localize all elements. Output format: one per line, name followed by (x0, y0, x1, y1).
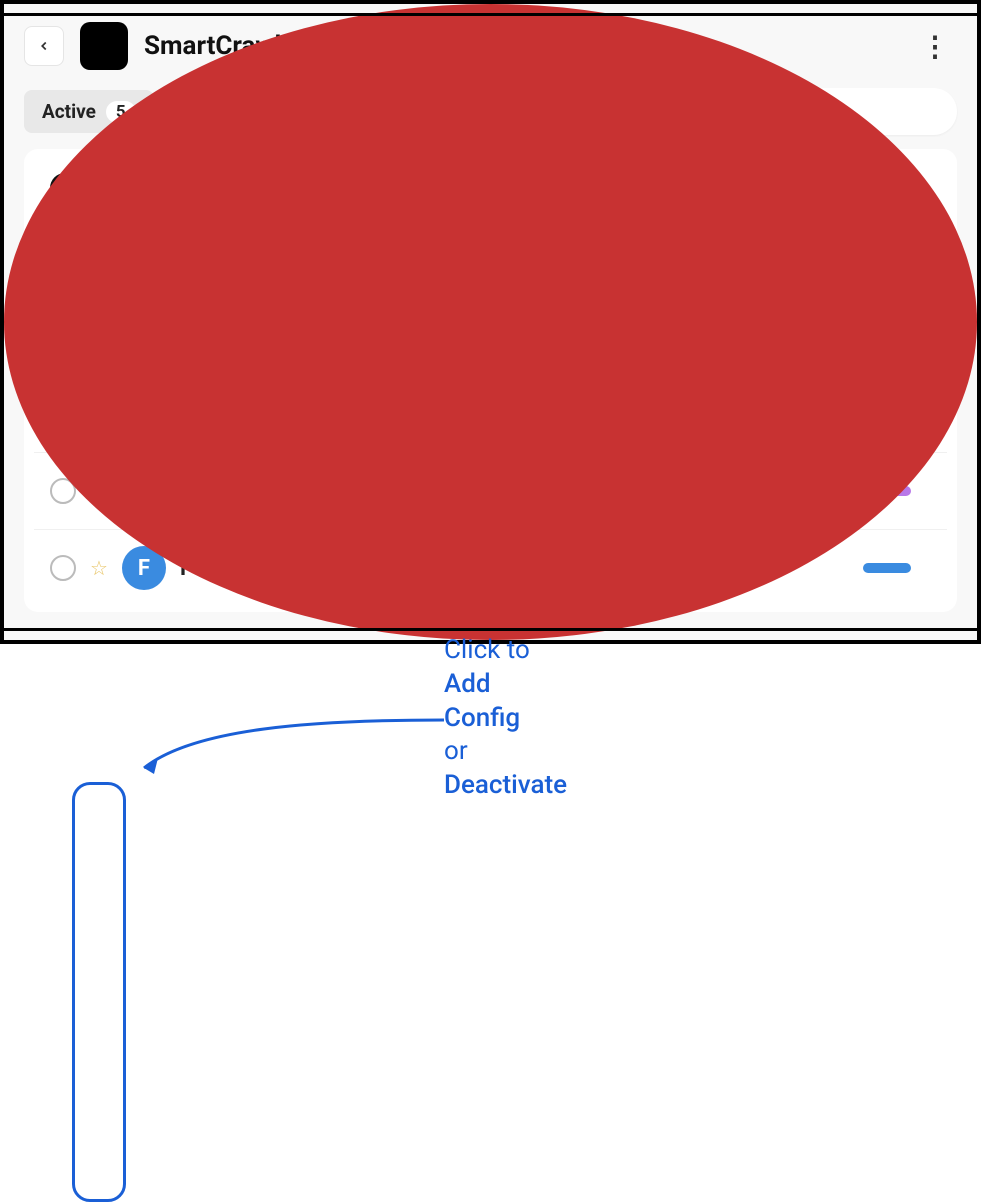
more-menu-button[interactable]: ⋮ (913, 30, 957, 63)
chevron-left-icon (37, 39, 51, 53)
app-logo-icon (4, 4, 977, 640)
annotation-line3b: Deactivate (444, 770, 567, 800)
annotation-highlight-box (72, 782, 126, 1202)
annotation-line2: Add Config (444, 668, 567, 736)
star-icon[interactable]: ☆ (90, 556, 108, 580)
annotation-text: Click to Add Config or Deactivate (444, 634, 567, 803)
header: SmartCrawl Pro ⋮ (24, 22, 957, 70)
back-button[interactable] (24, 26, 64, 66)
row-checkbox[interactable] (50, 555, 76, 581)
tab-active-label: Active (42, 100, 96, 123)
app-icon (80, 22, 128, 70)
annotation-line3a: or (444, 736, 468, 766)
annotation-arrow-icon (114, 708, 454, 788)
status-badge (863, 563, 911, 573)
annotation-line3: or Deactivate (444, 735, 567, 803)
